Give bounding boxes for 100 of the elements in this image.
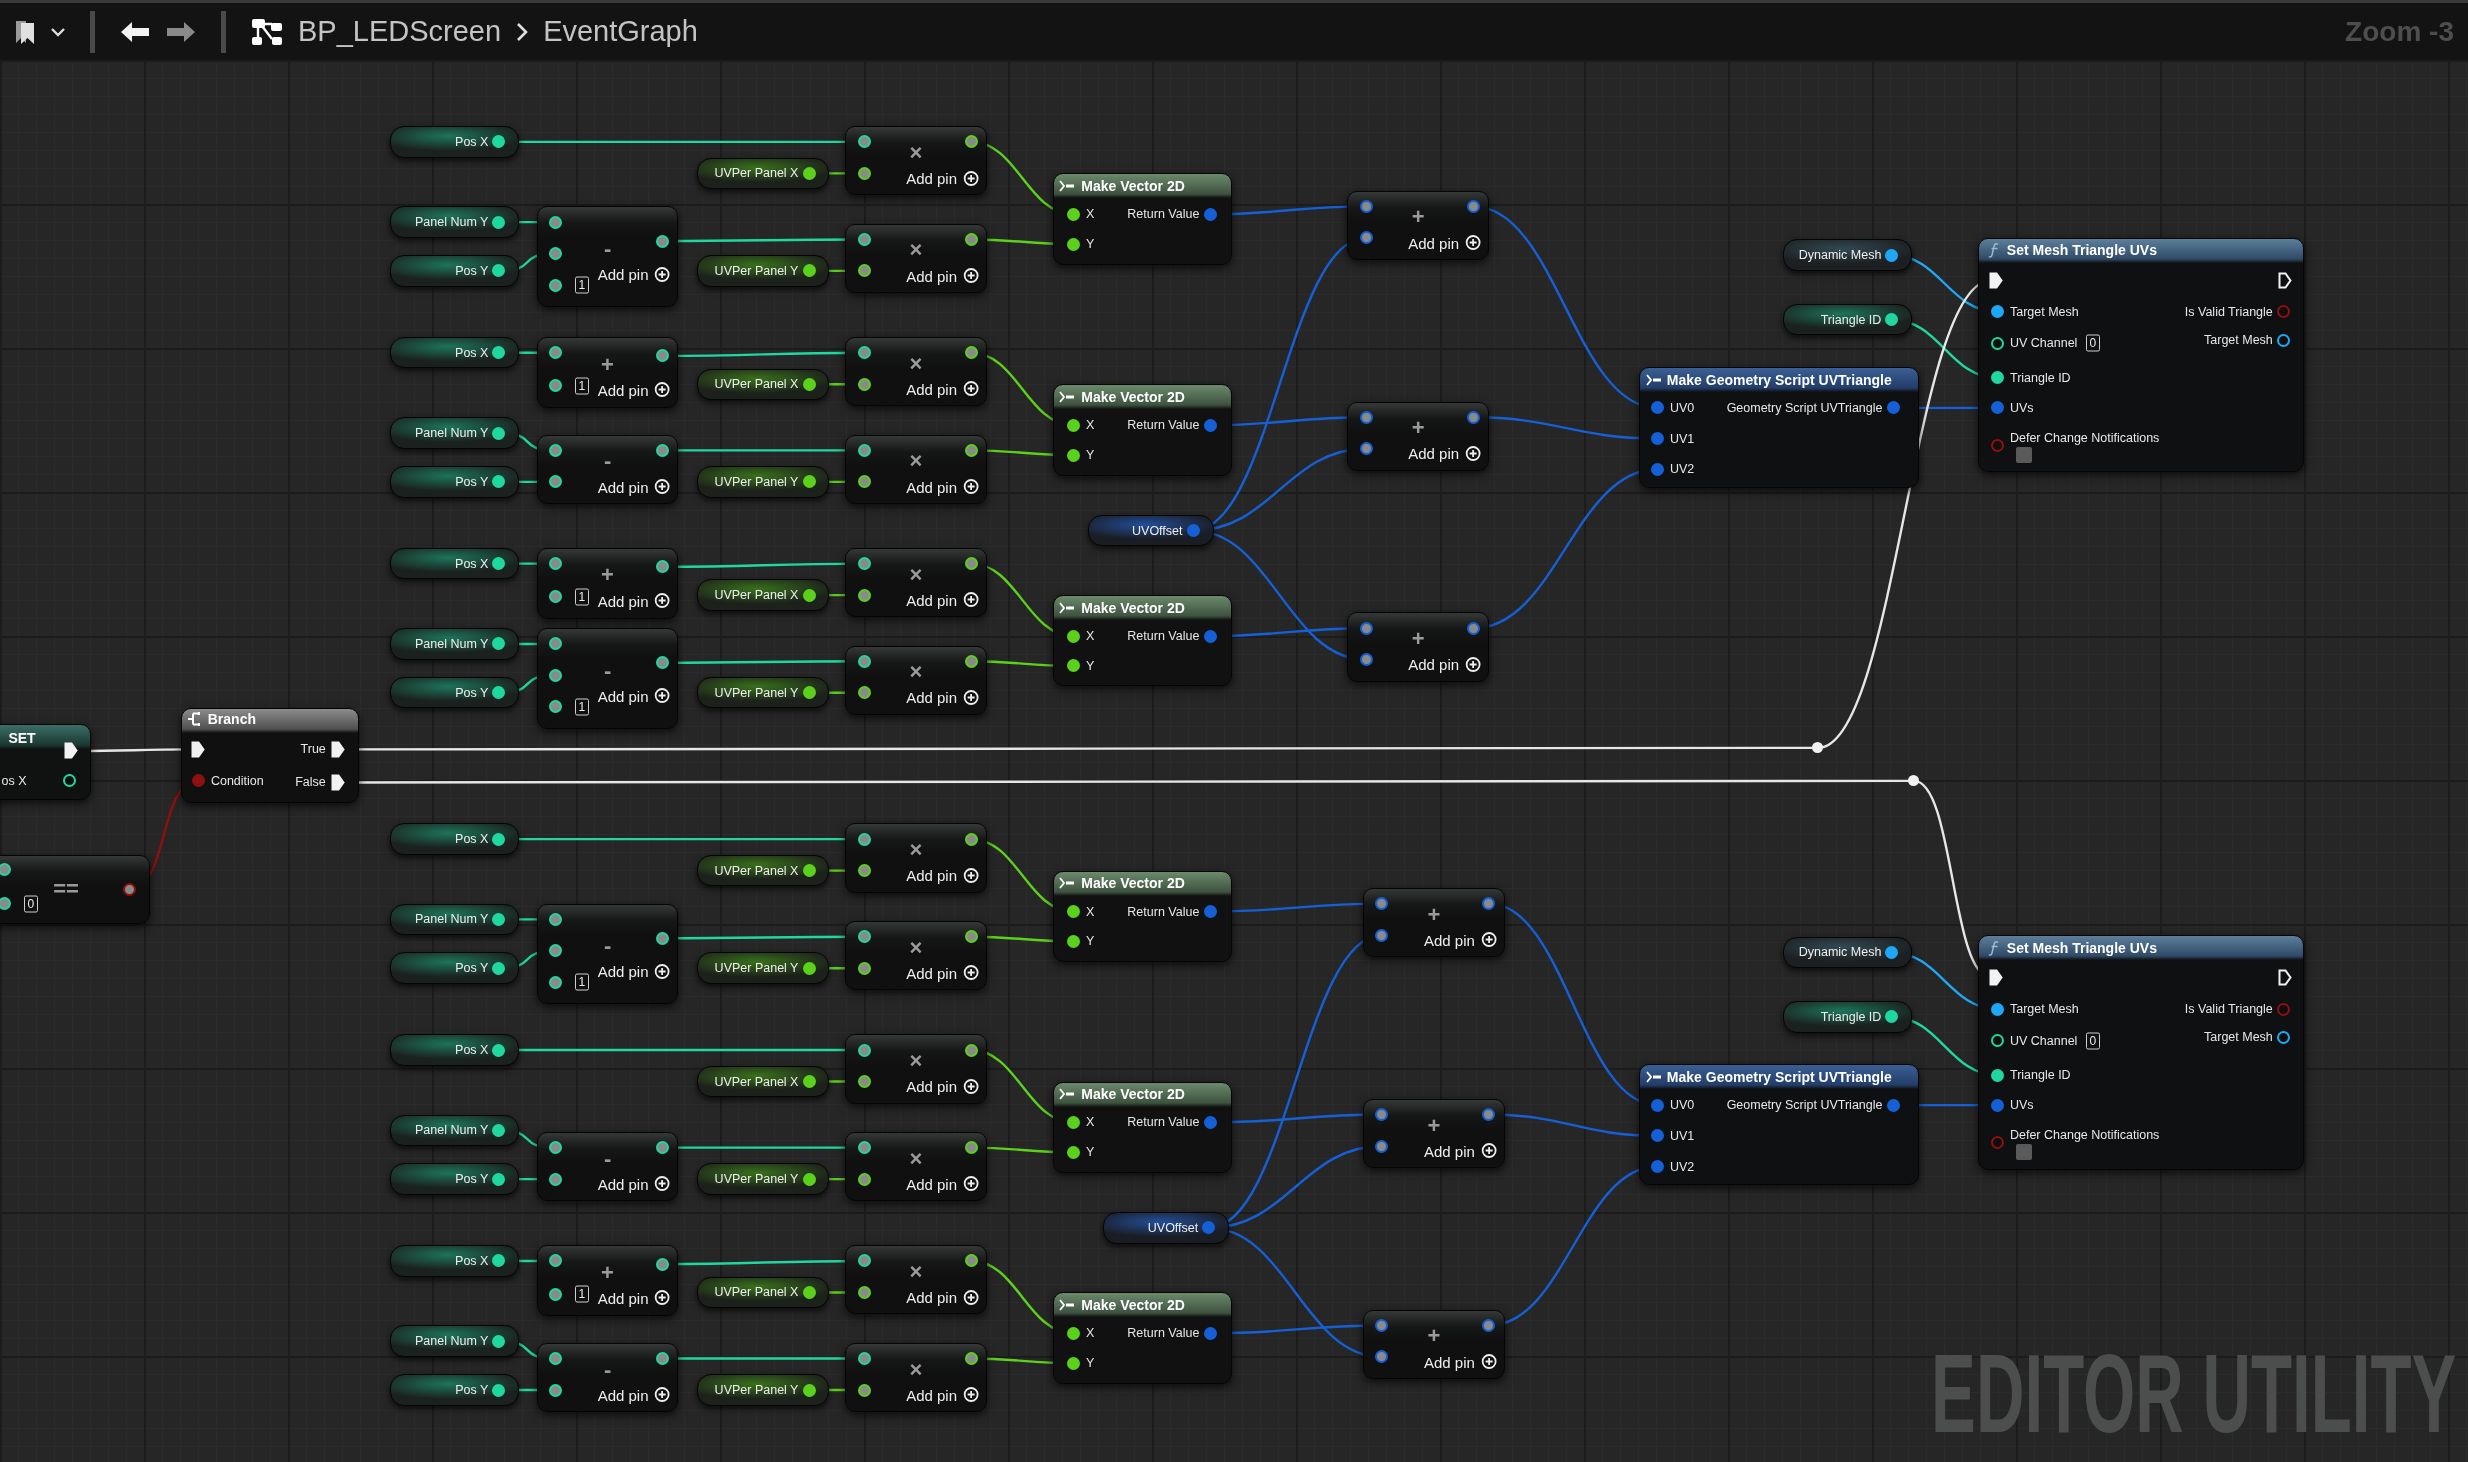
add-pin-button[interactable]: Add pin [597, 478, 671, 496]
add-pin-button[interactable]: Add pin [597, 1386, 671, 1404]
pin-label: Y [1086, 1355, 1095, 1371]
add-pin-button[interactable]: Add pin [906, 1288, 979, 1306]
add-pin-button[interactable]: Add pin [1408, 234, 1482, 252]
add-pin-button[interactable]: Add pin [1408, 655, 1482, 673]
variable-node[interactable]: UVPer Panel X [697, 157, 830, 190]
pin-label: X [1086, 206, 1095, 222]
variable-node[interactable]: Panel Num Y [390, 417, 520, 449]
breadcrumb-link[interactable]: EventGraph [543, 15, 698, 48]
variable-node[interactable]: Pos X [390, 1034, 520, 1066]
pin-label: X [1086, 904, 1095, 919]
default-value-field[interactable]: 1 [574, 973, 590, 991]
operator-symbol: + [1427, 901, 1441, 928]
variable-node[interactable]: Panel Num Y [390, 903, 520, 936]
add-pin-button[interactable]: Add pin [1408, 445, 1482, 462]
default-value-field[interactable]: 1 [574, 698, 590, 716]
variable-node[interactable]: Panel Num Y [390, 1114, 520, 1147]
add-pin-button[interactable]: Add pin [597, 592, 671, 610]
add-pin-button[interactable]: Add pin [1423, 1142, 1497, 1160]
default-value-field[interactable]: 0 [2085, 1032, 2101, 1050]
add-pin-button[interactable]: Add pin [906, 688, 979, 706]
operator-symbol: - [603, 235, 612, 263]
operator-symbol: + [1427, 1323, 1441, 1350]
default-value-field[interactable]: 1 [574, 377, 590, 395]
default-value-field[interactable]: 0 [23, 895, 39, 913]
variable-node[interactable]: Pos Y [390, 1374, 520, 1406]
pin-label: Triangle ID [2009, 1067, 2071, 1083]
add-pin-button[interactable]: Add pin [906, 591, 979, 609]
variable-node[interactable]: UVOffset [1103, 1212, 1230, 1244]
add-pin-button[interactable]: Add pin [906, 1386, 979, 1404]
variable-node[interactable]: Panel Num Y [390, 206, 520, 238]
variable-node[interactable]: Pos X [390, 126, 520, 158]
variable-node[interactable]: UVPer Panel Y [697, 466, 830, 498]
variable-node[interactable]: UVPer Panel X [697, 1276, 830, 1309]
operator-symbol: × [909, 934, 923, 961]
add-pin-button[interactable]: Add pin [906, 478, 979, 496]
variable-node[interactable]: Dynamic Mesh [1783, 239, 1913, 271]
default-value-field[interactable]: 1 [574, 276, 590, 294]
add-pin-button[interactable]: Add pin [597, 962, 671, 980]
variable-node[interactable]: UVPer Panel Y [697, 255, 830, 287]
pin-label: False [295, 774, 326, 790]
variable-node[interactable]: Pos Y [390, 466, 520, 498]
variable-node[interactable]: Triangle ID [1783, 1001, 1913, 1033]
pin-label: os X [1, 773, 27, 789]
add-pin-button[interactable]: Add pin [906, 380, 979, 398]
pin-label: Return Value [1127, 628, 1200, 644]
add-pin-button[interactable]: Add pin [597, 381, 671, 399]
variable-node[interactable]: UVPer Panel Y [697, 952, 830, 984]
pin-label: UVs [2009, 1097, 2034, 1113]
variable-node[interactable]: Pos X [390, 547, 520, 580]
node-title: SET [8, 730, 36, 747]
breadcrumb-link[interactable]: BP_LEDScreen [298, 15, 502, 48]
default-value-field[interactable]: 1 [574, 1285, 590, 1303]
pin-label: Target Mesh [2009, 304, 2079, 320]
pin-label: UV0 [1670, 400, 1695, 416]
variable-node[interactable]: Pos X [390, 1245, 520, 1277]
add-pin-button[interactable]: Add pin [906, 964, 979, 982]
variable-node[interactable]: Pos Y [390, 677, 520, 709]
variable-node[interactable]: UVPer Panel Y [697, 1374, 830, 1406]
variable-node[interactable]: Dynamic Mesh [1783, 936, 1913, 969]
default-value-field[interactable]: 0 [2085, 334, 2101, 352]
add-pin-button[interactable]: Add pin [906, 1077, 979, 1095]
node-title: Make Geometry Script UVTriangle [1666, 1068, 1892, 1086]
variable-node[interactable]: Pos Y [390, 952, 520, 984]
operator-symbol: × [909, 139, 923, 167]
variable-node[interactable]: Pos Y [390, 1163, 520, 1195]
variable-node[interactable]: UVPer Panel X [697, 368, 830, 400]
node-title: Set Mesh Triangle UVs [2006, 242, 2157, 259]
variable-node[interactable]: UVPer Panel X [697, 1065, 830, 1098]
add-pin-button[interactable]: Add pin [597, 687, 671, 705]
variable-node[interactable]: Pos X [390, 337, 520, 369]
operator-symbol: × [909, 1356, 923, 1383]
add-pin-button[interactable]: Add pin [597, 1289, 671, 1307]
variable-node[interactable]: UVOffset [1087, 514, 1214, 547]
variable-node[interactable]: Pos X [390, 823, 520, 855]
variable-node[interactable]: UVPer Panel X [697, 854, 830, 887]
add-pin-button[interactable]: Add pin [597, 1175, 671, 1193]
operator-symbol: × [909, 836, 923, 864]
node-title: Make Vector 2D [1081, 1085, 1185, 1103]
add-pin-button[interactable]: Add pin [1423, 931, 1497, 949]
operator-symbol: + [1427, 1112, 1441, 1139]
variable-node[interactable]: Pos Y [390, 255, 520, 287]
variable-node[interactable]: Panel Num Y [390, 1325, 520, 1357]
add-pin-button[interactable]: Add pin [906, 169, 979, 187]
zoom-level: Zoom -3 [2345, 15, 2454, 48]
variable-node[interactable]: UVPer Panel Y [697, 677, 830, 709]
variable-node[interactable]: UVPer Panel Y [697, 1163, 830, 1195]
add-pin-button[interactable]: Add pin [1423, 1353, 1497, 1371]
variable-node[interactable]: UVPer Panel X [697, 579, 830, 611]
variable-node[interactable]: Triangle ID [1783, 303, 1913, 336]
default-value-field[interactable]: 1 [574, 588, 590, 606]
add-pin-button[interactable]: Add pin [906, 866, 979, 884]
pin-label: UV2 [1670, 1159, 1695, 1174]
add-pin-button[interactable]: Add pin [906, 1175, 979, 1193]
variable-node[interactable]: Panel Num Y [390, 628, 520, 660]
add-pin-button[interactable]: Add pin [597, 265, 671, 283]
operator-symbol: + [1411, 415, 1425, 442]
add-pin-button[interactable]: Add pin [906, 267, 979, 285]
pin-label: X [1086, 417, 1095, 433]
